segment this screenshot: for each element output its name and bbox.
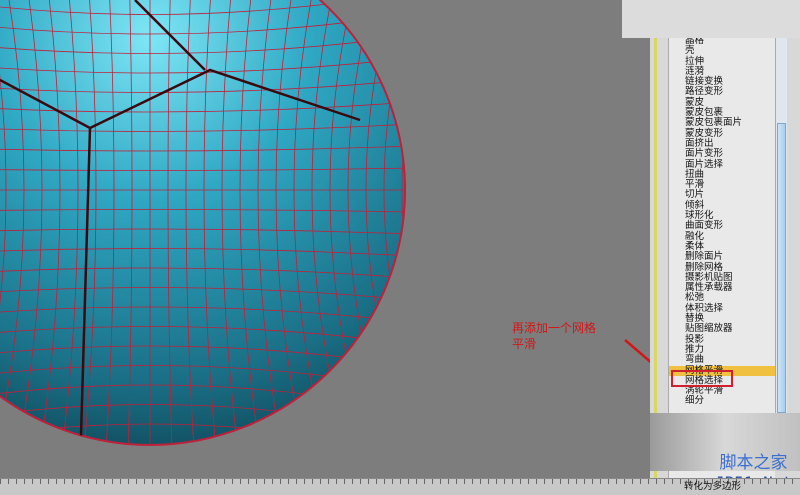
selection-highlight-box <box>671 370 733 387</box>
timeline-ruler[interactable] <box>0 478 800 495</box>
annotation-line1: 再添加一个网格 <box>512 321 597 335</box>
modifier-list-dropdown[interactable] <box>622 0 800 38</box>
list-item[interactable]: 删除面片 <box>669 251 775 262</box>
list-item[interactable]: 细分 <box>669 396 775 407</box>
panel-edge <box>654 38 657 478</box>
modifier-list[interactable]: 晶格壳拉伸 涟漪 链接变换 路径变形 蒙皮 蒙皮包裹 蒙皮包裹面片 蒙皮变形 面挤出 面片变形 面片… <box>668 38 775 478</box>
scrollbar[interactable] <box>775 38 787 413</box>
viewport-3d[interactable] <box>0 0 650 478</box>
scrollbar-thumb[interactable] <box>777 123 786 413</box>
list-item-bottom[interactable]: 转化为多边形 <box>684 478 741 492</box>
annotation-text: 再添加一个网格 平滑 <box>512 320 632 352</box>
list-item[interactable]: 弯曲 <box>669 354 775 365</box>
sphere-mesh <box>0 0 406 446</box>
annotation-line2: 平滑 <box>512 337 537 351</box>
watermark-line1: 脚本之家 <box>719 453 788 473</box>
